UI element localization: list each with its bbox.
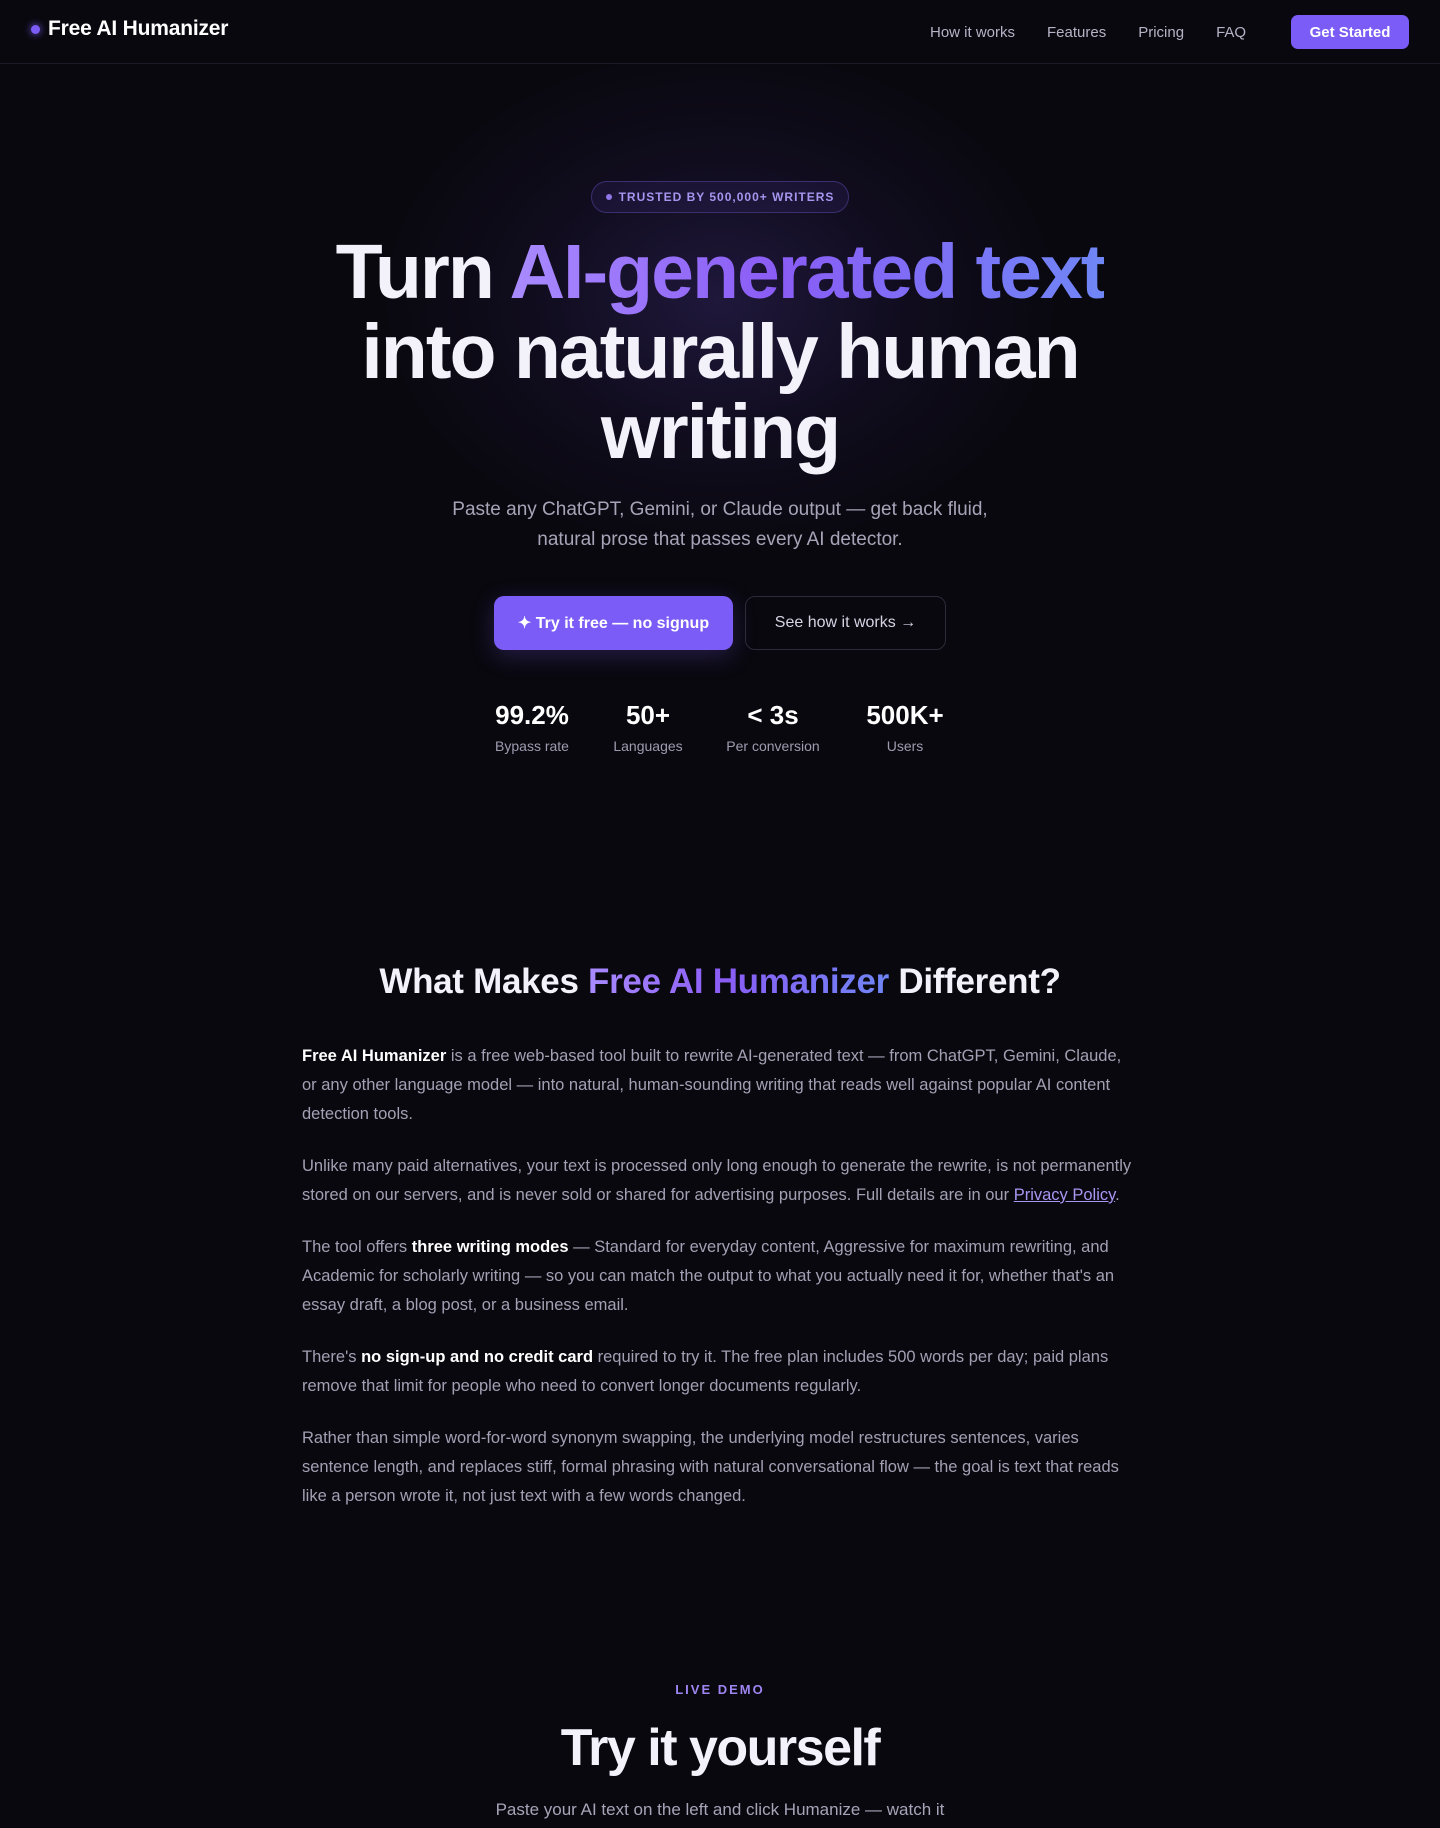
about-paragraph-2: Unlike many paid alternatives, your text… <box>302 1152 1138 1210</box>
hero-title-line2: into naturally human <box>361 309 1080 395</box>
hero-subtitle-line1: Paste any ChatGPT, Gemini, or Claude out… <box>452 499 988 520</box>
brand-logo-link[interactable]: Free AI Humanizer <box>31 17 228 41</box>
stat-label: Users <box>886 738 924 754</box>
stat-value: 50+ <box>625 700 671 730</box>
stat-label: Languages <box>613 738 683 754</box>
hero-title-line3: writing <box>600 389 841 475</box>
about-p3-bold: three writing modes <box>411 1238 569 1256</box>
about-title: What Makes Free AI Humanizer Different? <box>200 962 1240 1002</box>
stats-row: 99.2% Bypass rate 50+ Languages < 3s Per… <box>0 698 1440 758</box>
nav-link-faq[interactable]: FAQ <box>1216 24 1246 41</box>
brand-dot-icon <box>31 24 40 34</box>
page: Free AI Humanizer How it works Features … <box>0 0 1440 1828</box>
stat-languages: 50+ Languages <box>613 698 682 754</box>
hero-subtitle-line2: natural prose that passes every AI detec… <box>537 529 903 550</box>
about-title-post: Different? <box>888 962 1061 1001</box>
about-paragraph-4: There's no sign-up and no credit card re… <box>302 1343 1138 1401</box>
about-paragraph-5: Rather than simple word-for-word synonym… <box>302 1429 1119 1505</box>
demo-title: Try it yourself <box>560 1719 881 1777</box>
nav-links: How it works Features Pricing FAQ <box>930 0 1278 64</box>
top-nav: Free AI Humanizer How it works Features … <box>0 0 1440 64</box>
about-p4-pre: There's <box>302 1348 362 1366</box>
stat-label: Per conversion <box>726 738 820 754</box>
badge-dot-icon <box>605 194 612 200</box>
trust-badge: TRUSTED BY 500,000+ WRITERS <box>591 181 849 213</box>
stat-value: < 3s <box>747 700 799 730</box>
stat-users: 500K+ Users <box>866 698 943 754</box>
hero-title-highlight: AI-generated text <box>509 229 1106 315</box>
stat-per-conversion: < 3s Per conversion <box>726 698 819 754</box>
stat-value: 500K+ <box>866 700 944 730</box>
about-title-pre: What Makes <box>379 962 589 1001</box>
about-p4-bold: no sign-up and no credit card <box>361 1348 594 1366</box>
stat-value: 99.2% <box>495 700 569 730</box>
stat-label: Bypass rate <box>495 738 569 754</box>
demo-eyebrow: LIVE DEMO <box>675 1682 765 1697</box>
try-free-button[interactable]: ✦ Try it free — no signup <box>494 596 733 650</box>
hero-title-pre: Turn <box>335 229 510 315</box>
nav-link-how-it-works[interactable]: How it works <box>930 24 1015 41</box>
nav-link-features[interactable]: Features <box>1047 24 1106 41</box>
about-body: Free AI Humanizer is a free web-based to… <box>302 1042 1138 1534</box>
see-how-it-works-button[interactable]: See how it works → <box>745 596 946 650</box>
privacy-policy-link[interactable]: Privacy Policy <box>1014 1186 1115 1204</box>
about-p2-end: . <box>1115 1186 1120 1204</box>
about-p2-text: Unlike many paid alternatives, your text… <box>302 1157 1132 1204</box>
brand-name: Free AI Humanizer <box>48 17 229 40</box>
get-started-button[interactable]: Get Started <box>1291 15 1409 49</box>
nav-link-pricing[interactable]: Pricing <box>1138 24 1184 41</box>
about-p3-pre: The tool offers <box>302 1238 412 1256</box>
about-p1-bold: Free AI Humanizer <box>302 1047 447 1065</box>
demo-subtitle: Paste your AI text on the left and click… <box>495 1800 945 1819</box>
about-title-highlight: Free AI Humanizer <box>588 962 889 1001</box>
stat-bypass-rate: 99.2% Bypass rate <box>495 698 569 754</box>
hero-title: Turn AI-generated text into naturally hu… <box>200 232 1240 472</box>
badge-text: TRUSTED BY 500,000+ WRITERS <box>618 190 835 204</box>
about-paragraph-3: The tool offers three writing modes — St… <box>302 1233 1138 1320</box>
hero-subtitle: Paste any ChatGPT, Gemini, or Claude out… <box>420 495 1020 555</box>
about-paragraph-1: Free AI Humanizer is a free web-based to… <box>302 1042 1138 1129</box>
